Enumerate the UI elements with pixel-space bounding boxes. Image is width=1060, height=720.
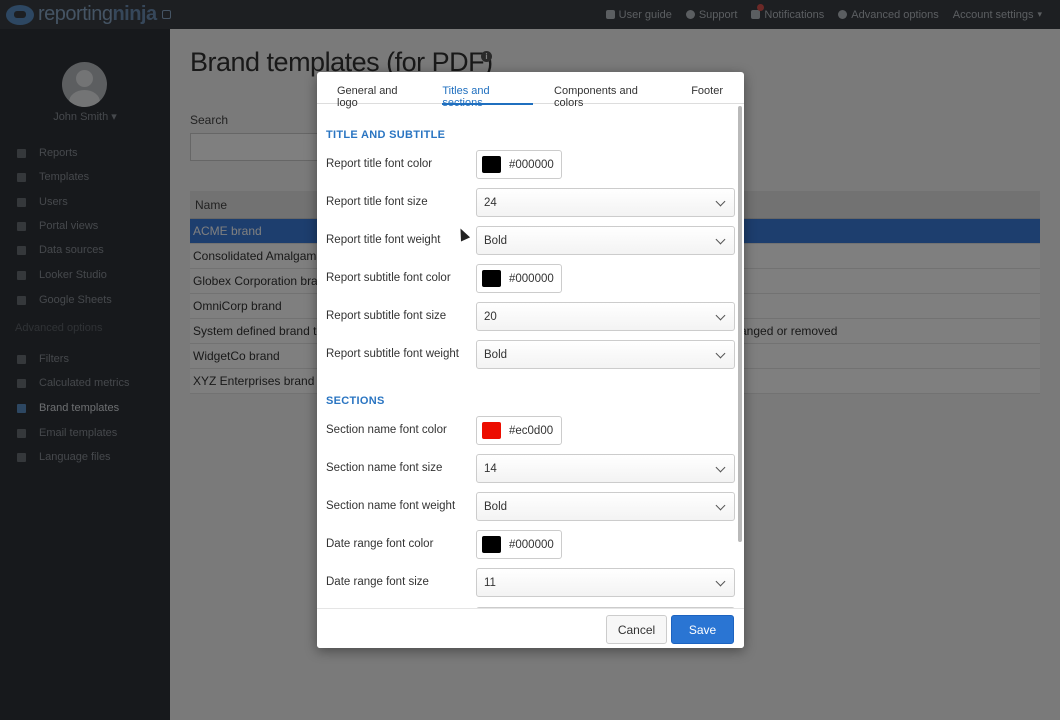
color-swatch [482,270,501,287]
report-subtitle-color-label: Report subtitle font color [326,272,451,284]
chevron-down-icon [715,310,726,321]
section-name-weight-label: Section name font weight [326,500,456,512]
tab-components-and-colors[interactable]: Components and colors [554,72,670,109]
chevron-down-icon [715,576,726,587]
date-range-color-label: Date range font color [326,538,434,550]
section-heading-title-subtitle: TITLE AND SUBTITLE [326,129,446,141]
date-range-size-select[interactable]: 11 [476,568,735,597]
report-title-size-label: Report title font size [326,196,428,208]
chevron-down-icon [715,462,726,473]
report-subtitle-color-picker[interactable]: #000000 [476,264,562,293]
chevron-down-icon [715,348,726,359]
date-range-color-picker[interactable]: #000000 [476,530,562,559]
date-range-size-label: Date range font size [326,576,429,588]
color-swatch [482,536,501,553]
tab-titles-and-sections[interactable]: Titles and sections [442,72,533,109]
report-title-size-select[interactable]: 24 [476,188,735,217]
report-subtitle-size-label: Report subtitle font size [326,310,447,322]
tab-footer[interactable]: Footer [691,72,723,104]
cancel-button[interactable]: Cancel [606,615,667,644]
section-name-size-label: Section name font size [326,462,443,474]
color-swatch [482,156,501,173]
chevron-down-icon [715,196,726,207]
dialog-footer: Cancel Save [317,608,744,648]
report-title-weight-select[interactable]: Bold [476,226,735,255]
report-subtitle-weight-select[interactable]: Bold [476,340,735,369]
dialog-tabs: General and logo Titles and sections Com… [317,72,744,109]
section-name-color-label: Section name font color [326,424,447,436]
save-button[interactable]: Save [671,615,734,644]
section-name-weight-select[interactable]: Bold [476,492,735,521]
dialog-body[interactable]: TITLE AND SUBTITLE Report title font col… [317,105,744,608]
dialog-scrollbar[interactable] [738,106,742,542]
report-subtitle-weight-label: Report subtitle font weight [326,348,459,360]
report-title-color-label: Report title font color [326,158,433,170]
report-title-weight-label: Report title font weight [326,234,441,246]
report-title-color-picker[interactable]: #000000 [476,150,562,179]
chevron-down-icon [715,234,726,245]
report-subtitle-size-select[interactable]: 20 [476,302,735,331]
chevron-down-icon [715,500,726,511]
section-name-color-picker[interactable]: #ec0d00 [476,416,562,445]
tab-general-and-logo[interactable]: General and logo [337,72,421,109]
section-name-size-select[interactable]: 14 [476,454,735,483]
section-heading-sections: SECTIONS [326,395,385,407]
color-swatch [482,422,501,439]
brand-template-dialog: General and logo Titles and sections Com… [317,72,744,648]
